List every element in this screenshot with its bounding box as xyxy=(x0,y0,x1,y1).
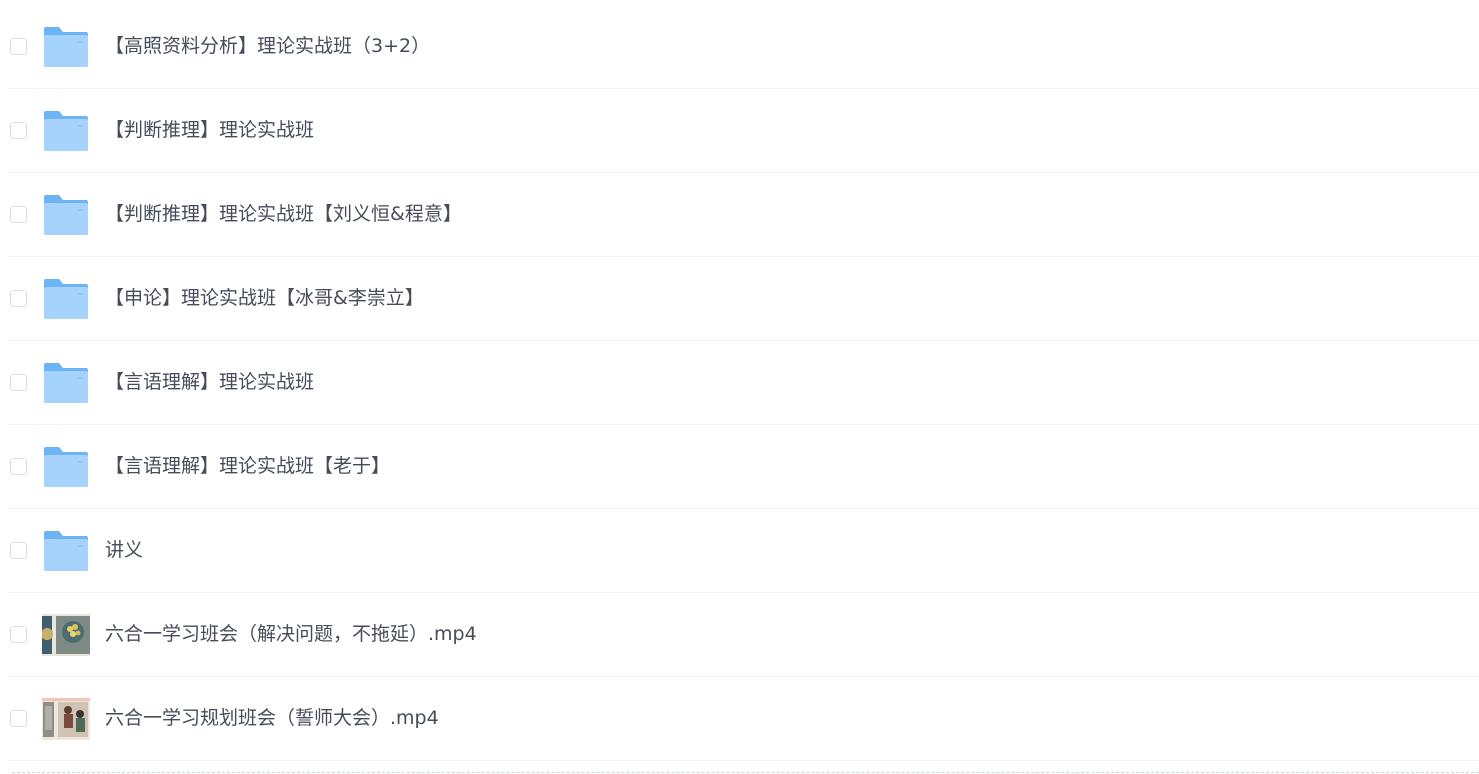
select-checkbox[interactable] xyxy=(10,122,27,139)
select-checkbox[interactable] xyxy=(10,710,27,727)
folder-icon xyxy=(42,445,90,489)
file-list: 【高照资料分析】理论实战班（3+2） 【判断推理】理论实战班 【判断推理】理论实… xyxy=(0,5,1479,761)
list-item-folder[interactable]: 【判断推理】理论实战班【刘义恒&程意】 xyxy=(8,173,1479,257)
video-thumbnail xyxy=(42,614,90,656)
file-name[interactable]: 讲义 xyxy=(105,509,143,592)
file-name[interactable]: 【言语理解】理论实战班【老于】 xyxy=(105,425,390,508)
folder-icon xyxy=(42,193,90,237)
file-name[interactable]: 【高照资料分析】理论实战班（3+2） xyxy=(105,5,430,88)
folder-icon xyxy=(42,529,90,573)
list-item-folder[interactable]: 【申论】理论实战班【冰哥&李崇立】 xyxy=(8,257,1479,341)
file-name[interactable]: 【判断推理】理论实战班【刘义恒&程意】 xyxy=(105,173,462,256)
list-item-folder[interactable]: 【判断推理】理论实战班 xyxy=(8,89,1479,173)
select-checkbox[interactable] xyxy=(10,290,27,307)
select-checkbox[interactable] xyxy=(10,374,27,391)
file-name[interactable]: 六合一学习班会（解决问题，不拖延）.mp4 xyxy=(105,593,477,676)
file-name[interactable]: 【言语理解】理论实战班 xyxy=(105,341,314,424)
list-bottom-divider xyxy=(12,772,1479,773)
list-item-folder[interactable]: 【高照资料分析】理论实战班（3+2） xyxy=(8,5,1479,89)
file-name[interactable]: 【申论】理论实战班【冰哥&李崇立】 xyxy=(105,257,424,340)
folder-icon xyxy=(42,277,90,321)
list-item-folder[interactable]: 【言语理解】理论实战班 xyxy=(8,341,1479,425)
folder-icon xyxy=(42,25,90,69)
folder-icon xyxy=(42,361,90,405)
list-item-folder[interactable]: 讲义 xyxy=(8,509,1479,593)
file-name[interactable]: 【判断推理】理论实战班 xyxy=(105,89,314,172)
file-name[interactable]: 六合一学习规划班会（誓师大会）.mp4 xyxy=(105,677,439,760)
video-thumbnail xyxy=(42,698,90,740)
select-checkbox[interactable] xyxy=(10,626,27,643)
select-checkbox[interactable] xyxy=(10,458,27,475)
select-checkbox[interactable] xyxy=(10,542,27,559)
list-item-folder[interactable]: 【言语理解】理论实战班【老于】 xyxy=(8,425,1479,509)
select-checkbox[interactable] xyxy=(10,38,27,55)
list-item-video[interactable]: 六合一学习规划班会（誓师大会）.mp4 xyxy=(8,677,1479,761)
folder-icon xyxy=(42,109,90,153)
list-item-video[interactable]: 六合一学习班会（解决问题，不拖延）.mp4 xyxy=(8,593,1479,677)
select-checkbox[interactable] xyxy=(10,206,27,223)
